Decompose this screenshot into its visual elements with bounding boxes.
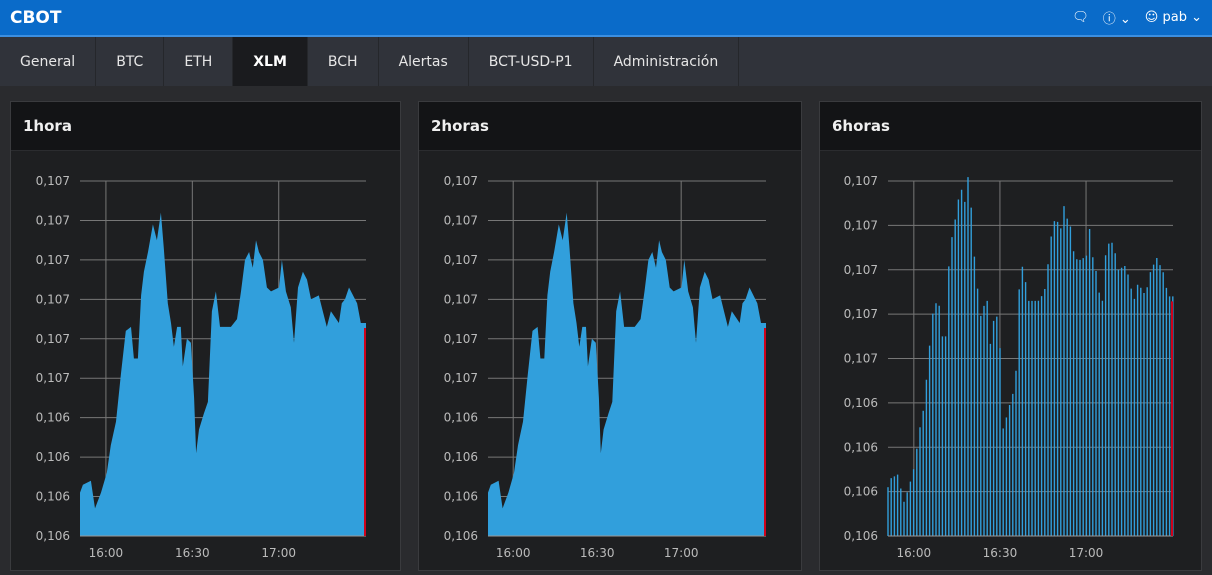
y-tick-label: 0,107 <box>36 174 70 188</box>
tab-alertas[interactable]: Alertas <box>379 37 469 86</box>
tab-bct-usd-p1[interactable]: BCT-USD-P1 <box>469 37 594 86</box>
y-tick-label: 0,107 <box>444 332 478 346</box>
y-tick-label: 0,107 <box>444 174 478 188</box>
price-area <box>80 212 366 536</box>
x-tick-label: 17:00 <box>261 546 296 560</box>
y-tick-label: 0,107 <box>36 332 70 346</box>
price-area <box>488 212 766 536</box>
main-nav: General BTC ETH XLM BCH Alertas BCT-USD-… <box>0 37 1212 86</box>
y-tick-label: 0,107 <box>844 218 878 232</box>
tab-general[interactable]: General <box>0 37 97 86</box>
x-tick-label: 17:00 <box>1069 546 1104 560</box>
y-tick-label: 0,106 <box>36 450 70 464</box>
chart-panel-1hora: 1hora 0,107 0,107 0,107 0,107 0,107 0,107 0,10… <box>10 101 401 571</box>
panel-title: 6horas <box>820 102 1201 151</box>
tab-btc[interactable]: BTC <box>96 37 165 86</box>
tab-xlm[interactable]: XLM <box>233 37 308 86</box>
y-tick-label: 0,106 <box>444 490 478 504</box>
y-tick-label: 0,107 <box>844 174 878 188</box>
x-tick-label: 17:00 <box>664 546 699 560</box>
y-tick-label: 0,106 <box>844 440 878 454</box>
y-tick-label: 0,107 <box>444 371 478 385</box>
chat-icon[interactable]: 🗨 <box>1072 10 1089 25</box>
x-tick-label: 16:00 <box>496 546 531 560</box>
user-menu[interactable]: ☺ pab ⌄ <box>1145 10 1202 25</box>
y-tick-label: 0,107 <box>36 253 70 267</box>
y-tick-label: 0,107 <box>844 307 878 321</box>
y-tick-label: 0,107 <box>844 263 878 277</box>
chart-panel-6horas: 6horas 0,107 0,107 0,107 0,107 0,107 0,106 0,1… <box>819 101 1202 571</box>
chart-6horas[interactable]: 0,107 0,107 0,107 0,107 0,107 0,106 0,106 0,106… <box>820 151 1203 571</box>
y-tick-label: 0,107 <box>36 213 70 227</box>
y-tick-label: 0,107 <box>844 352 878 366</box>
help-icon[interactable]: ⓘ ⌄ <box>1103 8 1131 27</box>
tab-bch[interactable]: BCH <box>308 37 379 86</box>
y-tick-label: 0,106 <box>844 485 878 499</box>
tab-administracion[interactable]: Administración <box>594 37 740 86</box>
app-header: CBOT 🗨 ⓘ ⌄ ☺ pab ⌄ <box>0 0 1212 37</box>
x-tick-label: 16:30 <box>983 546 1018 560</box>
user-name: pab <box>1162 10 1187 25</box>
y-tick-label: 0,106 <box>844 529 878 543</box>
y-tick-label: 0,106 <box>36 529 70 543</box>
y-tick-label: 0,107 <box>444 292 478 306</box>
x-tick-label: 16:30 <box>580 546 615 560</box>
panel-title: 2horas <box>419 102 801 151</box>
x-tick-label: 16:00 <box>89 546 124 560</box>
y-tick-label: 0,106 <box>444 450 478 464</box>
y-tick-label: 0,106 <box>844 396 878 410</box>
tab-eth[interactable]: ETH <box>164 37 234 86</box>
chart-1hora[interactable]: 0,107 0,107 0,107 0,107 0,107 0,107 0,106 0,106… <box>11 151 402 571</box>
brand-logo[interactable]: CBOT <box>10 8 61 28</box>
x-tick-label: 16:30 <box>175 546 210 560</box>
y-tick-label: 0,107 <box>36 292 70 306</box>
chart-panel-2horas: 2horas 0,107 0,107 0,107 0,107 0,107 0,107 0,1… <box>418 101 802 571</box>
user-icon: ☺ <box>1144 10 1159 25</box>
y-tick-label: 0,106 <box>444 529 478 543</box>
x-tick-label: 16:00 <box>897 546 932 560</box>
y-tick-label: 0,107 <box>444 253 478 267</box>
y-tick-label: 0,106 <box>36 490 70 504</box>
y-tick-label: 0,107 <box>36 371 70 385</box>
panel-title: 1hora <box>11 102 400 151</box>
y-tick-label: 0,106 <box>444 411 478 425</box>
y-tick-label: 0,107 <box>444 213 478 227</box>
chart-2horas[interactable]: 0,107 0,107 0,107 0,107 0,107 0,107 0,106 0,106… <box>419 151 803 571</box>
y-tick-label: 0,106 <box>36 411 70 425</box>
